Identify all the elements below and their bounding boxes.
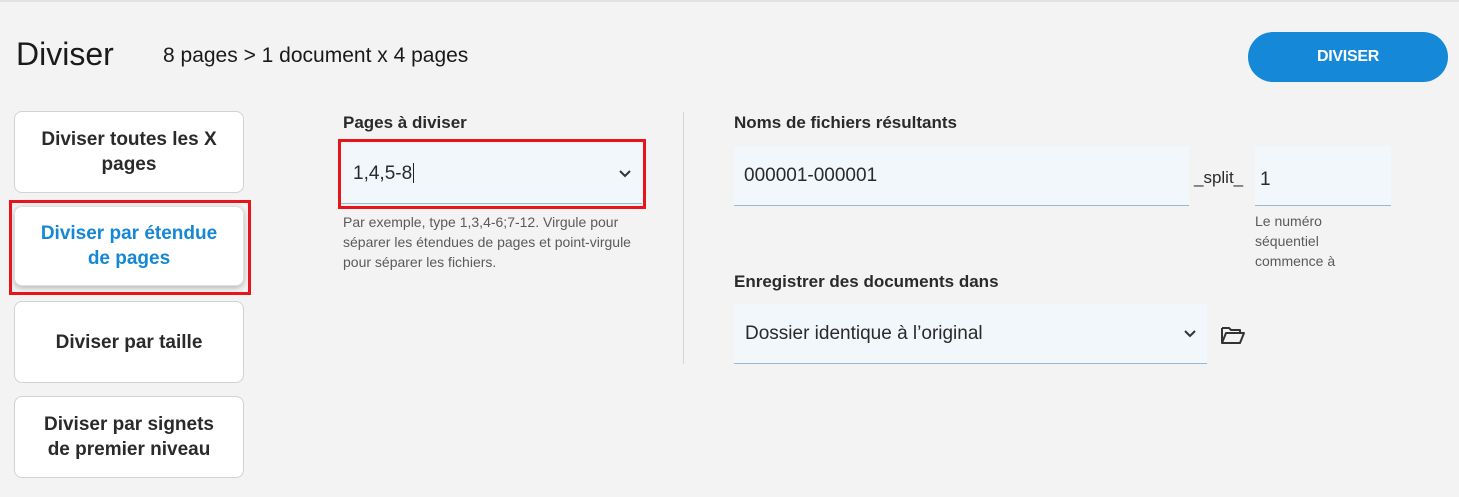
pages-range-value: 1,4,5-8 bbox=[353, 162, 413, 184]
filename-prefix-value: 000001-000001 bbox=[744, 164, 878, 186]
column-divider bbox=[683, 112, 684, 364]
save-location-select[interactable]: Dossier identique à l’original bbox=[734, 304, 1207, 364]
split-button[interactable]: DIVISER bbox=[1248, 32, 1448, 82]
split-separator-text: _split_ bbox=[1194, 168, 1244, 187]
mode-split-by-bookmarks[interactable]: Diviser par signets de premier niveau bbox=[14, 396, 244, 478]
filenames-label: Noms de fichiers résultants bbox=[734, 113, 957, 132]
split-summary: 8 pages > 1 document x 4 pages bbox=[163, 44, 469, 67]
sequence-number-input[interactable]: 1 bbox=[1255, 146, 1391, 206]
chevron-down-icon bbox=[1184, 329, 1196, 337]
text-cursor bbox=[413, 163, 415, 184]
mode-split-by-page-range[interactable]: Diviser par étendue de pages bbox=[14, 206, 244, 286]
filename-prefix-input[interactable]: 000001-000001 bbox=[734, 146, 1189, 206]
save-location-label: Enregistrer des documents dans bbox=[734, 272, 999, 291]
top-divider bbox=[0, 0, 1459, 2]
page-title: Diviser bbox=[16, 36, 114, 72]
pages-range-value-wrap: 1,4,5-8 bbox=[341, 162, 415, 185]
sequence-helper-text: Le numéro séquentiel commence à bbox=[1255, 213, 1336, 269]
browse-folder-button[interactable] bbox=[1218, 322, 1248, 348]
pages-label: Pages à diviser bbox=[343, 113, 467, 132]
mode-split-by-size[interactable]: Diviser par taille bbox=[14, 301, 244, 383]
chevron-down-icon bbox=[619, 169, 631, 177]
pages-range-select[interactable]: 1,4,5-8 bbox=[341, 144, 642, 204]
mode-split-every-x-pages[interactable]: Diviser toutes les X pages bbox=[14, 111, 244, 193]
save-location-value: Dossier identique à l’original bbox=[745, 322, 983, 344]
pages-helper-text: Par exemple, type 1,3,4-6;7-12. Virgule … bbox=[343, 214, 631, 270]
sequence-number-value: 1 bbox=[1260, 168, 1271, 190]
folder-open-icon bbox=[1221, 327, 1245, 344]
